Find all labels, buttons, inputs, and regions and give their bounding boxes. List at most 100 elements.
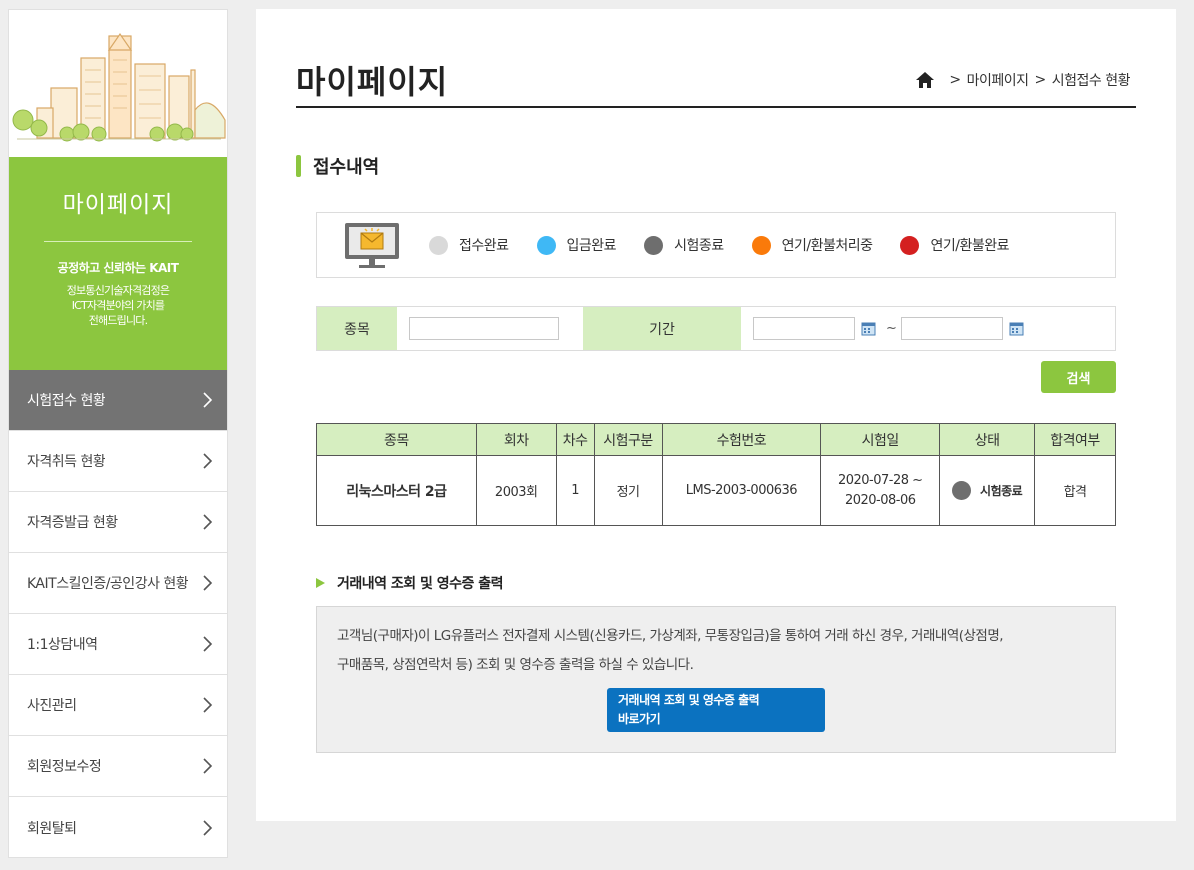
receipt-info-box: 고객님(구매자)이 LG유플러스 전자결제 시스템(신용카드, 가상계좌, 무통… bbox=[316, 606, 1116, 753]
receipt-text-line: 구매품목, 상점연락처 등) 조회 및 영수증 출력을 하실 수 있습니다. bbox=[337, 657, 694, 673]
sidebar-slogan: 공정하고 신뢰하는 KAIT bbox=[57, 261, 179, 275]
column-header: 종목 bbox=[316, 423, 477, 456]
main-content: 마이페이지 > 마이페이지 > 시험접수 현황 접수내역 접수완료 입금완료 시… bbox=[256, 9, 1176, 821]
monitor-mail-icon bbox=[345, 223, 399, 268]
start-date-input[interactable] bbox=[753, 317, 855, 340]
sidebar-item-label: KAIT스킬인증/공인강사 현황 bbox=[27, 576, 189, 592]
breadcrumb-item[interactable]: 마이페이지 bbox=[967, 70, 1029, 90]
column-header: 합격여부 bbox=[1034, 423, 1116, 456]
sidebar-description: 정보통신기술자격검정은 ICT자격분야의 가치를 전해드립니다. bbox=[9, 283, 227, 328]
search-button[interactable]: 검색 bbox=[1041, 361, 1116, 393]
sidebar-desc-line: 정보통신기술자격검정은 bbox=[66, 284, 170, 297]
subject-label: 종목 bbox=[317, 307, 397, 350]
cell-status: 시험종료 bbox=[939, 455, 1036, 526]
calendar-icon[interactable] bbox=[1009, 321, 1024, 336]
sidebar-item-exam-registration[interactable]: 시험접수 현황 bbox=[9, 370, 227, 431]
receipt-title-text: 거래내역 조회 및 영수증 출력 bbox=[337, 576, 504, 592]
legend-label: 연기/환불처리중 bbox=[781, 238, 873, 254]
sidebar-header: 마이페이지 공정하고 신뢰하는 KAIT 정보통신기술자격검정은 ICT자격분야… bbox=[9, 157, 227, 370]
receipt-lookup-button[interactable]: 거래내역 조회 및 영수증 출력 바로가기 bbox=[607, 688, 825, 732]
table-header-row: 종목 회차 차수 시험구분 수험번호 시험일 상태 합격여부 bbox=[316, 423, 1116, 456]
status-text: 시험종료 bbox=[980, 484, 1023, 498]
legend-item: 접수완료 bbox=[429, 235, 509, 255]
legend-label: 시험종료 bbox=[674, 238, 724, 254]
end-date-input[interactable] bbox=[900, 317, 1003, 340]
period-cell: ~ bbox=[741, 307, 1024, 350]
title-divider bbox=[296, 106, 1136, 108]
breadcrumb-item-current[interactable]: 시험접수 현황 bbox=[1052, 70, 1131, 90]
section-bar bbox=[296, 155, 301, 177]
sidebar-item-label: 자격증발급 현황 bbox=[27, 515, 118, 531]
chevron-right-icon bbox=[203, 453, 213, 469]
table-row: 리눅스마스터 2급 2003회 1 정기 LMS-2003-000636 202… bbox=[316, 455, 1116, 526]
legend-label: 접수완료 bbox=[459, 238, 509, 254]
home-icon[interactable] bbox=[915, 71, 935, 89]
chevron-right-icon bbox=[203, 758, 213, 774]
receipt-section-title: 거래내역 조회 및 영수증 출력 bbox=[316, 573, 504, 593]
status-legend: 접수완료 입금완료 시험종료 연기/환불처리중 연기/환불완료 bbox=[316, 212, 1116, 278]
calendar-icon[interactable] bbox=[861, 321, 876, 336]
city-illustration bbox=[9, 10, 227, 157]
column-header: 차수 bbox=[555, 423, 595, 456]
registration-table: 종목 회차 차수 시험구분 수험번호 시험일 상태 합격여부 리눅스마스터 2급… bbox=[316, 423, 1116, 526]
sidebar-title: 마이페이지 bbox=[62, 192, 174, 218]
cell-result: 합격 bbox=[1034, 455, 1116, 526]
breadcrumb: > 마이페이지 > 시험접수 현황 bbox=[915, 70, 1131, 90]
column-header: 시험구분 bbox=[593, 423, 663, 456]
breadcrumb-separator: > bbox=[1034, 72, 1047, 88]
column-header: 회차 bbox=[475, 423, 557, 456]
sidebar-item-label: 회원탈퇴 bbox=[27, 820, 77, 837]
section-title: 접수내역 bbox=[296, 153, 379, 179]
sidebar-item-label: 사진관리 bbox=[27, 698, 77, 714]
sidebar-item-withdraw[interactable]: 회원탈퇴 bbox=[9, 797, 227, 858]
receipt-button-label: 바로가기 bbox=[618, 712, 661, 726]
sidebar-item-label: 자격취득 현황 bbox=[27, 454, 106, 470]
exam-date-start: 2020-07-28 ~ bbox=[837, 472, 923, 488]
legend-item: 입금완료 bbox=[536, 235, 617, 255]
sidebar-item-label: 1:1상담내역 bbox=[27, 637, 98, 653]
sidebar-desc-line: 전해드립니다. bbox=[88, 314, 148, 327]
sidebar-item-member-edit[interactable]: 회원정보수정 bbox=[9, 736, 227, 797]
cell-exam-number: LMS-2003-000636 bbox=[661, 455, 822, 526]
chevron-right-icon bbox=[203, 819, 213, 836]
status-dot-icon bbox=[900, 235, 920, 255]
chevron-right-icon bbox=[203, 636, 213, 652]
sidebar-item-certificate-issue[interactable]: 자격증발급 현황 bbox=[9, 492, 227, 553]
cell-subject: 리눅스마스터 2급 bbox=[316, 455, 477, 526]
cell-exam-date: 2020-07-28 ~ 2020-08-06 bbox=[820, 455, 941, 526]
receipt-text-line: 고객님(구매자)이 LG유플러스 전자결제 시스템(신용카드, 가상계좌, 무통… bbox=[337, 628, 1004, 644]
legend-item: 연기/환불완료 bbox=[900, 235, 1009, 255]
page-title: 마이페이지 bbox=[296, 63, 449, 101]
cell-order: 1 bbox=[555, 455, 595, 526]
city-skyline-icon bbox=[12, 32, 226, 142]
date-range-separator: ~ bbox=[886, 321, 897, 336]
column-header: 상태 bbox=[939, 423, 1036, 456]
exam-date-end: 2020-08-06 bbox=[844, 492, 916, 508]
legend-item: 시험종료 bbox=[644, 235, 724, 255]
sidebar-item-label: 회원정보수정 bbox=[27, 759, 102, 775]
chevron-right-icon bbox=[203, 697, 213, 713]
subject-input[interactable] bbox=[409, 317, 559, 340]
legend-label: 입금완료 bbox=[566, 238, 617, 254]
sidebar-item-kait-skill[interactable]: KAIT스킬인증/공인강사 현황 bbox=[9, 553, 227, 614]
search-form: 종목 기간 ~ bbox=[316, 306, 1116, 351]
sidebar-divider bbox=[44, 241, 192, 242]
receipt-info-text: 고객님(구매자)이 LG유플러스 전자결제 시스템(신용카드, 가상계좌, 무통… bbox=[337, 622, 1095, 680]
legend-label: 연기/환불완료 bbox=[930, 238, 1009, 254]
sidebar-item-qualification[interactable]: 자격취득 현황 bbox=[9, 431, 227, 492]
status-dot-icon bbox=[952, 481, 972, 500]
cell-type: 정기 bbox=[593, 455, 663, 526]
sidebar-item-consultation[interactable]: 1:1상담내역 bbox=[9, 614, 227, 675]
breadcrumb-separator: > bbox=[949, 72, 961, 88]
column-header: 수험번호 bbox=[661, 423, 822, 456]
status-badge: 시험종료 bbox=[940, 481, 1034, 500]
period-label: 기간 bbox=[583, 307, 741, 350]
chevron-right-icon bbox=[203, 392, 213, 408]
column-header: 시험일 bbox=[820, 423, 941, 456]
legend-item: 연기/환불처리중 bbox=[751, 235, 873, 255]
status-dot-icon bbox=[536, 235, 556, 255]
receipt-button-label: 거래내역 조회 및 영수증 출력 bbox=[618, 693, 760, 707]
status-dot-icon bbox=[644, 235, 664, 255]
sidebar-item-photo[interactable]: 사진관리 bbox=[9, 675, 227, 736]
triangle-bullet-icon bbox=[316, 578, 325, 588]
